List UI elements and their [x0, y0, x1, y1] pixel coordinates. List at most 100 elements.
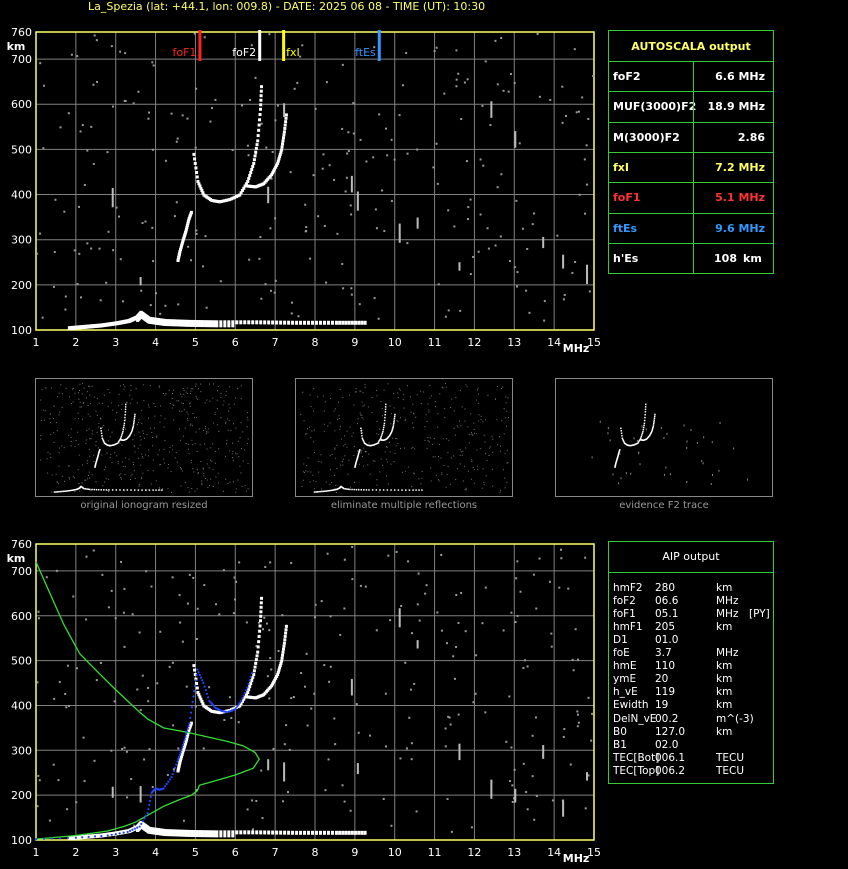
thumb-trace-dot [653, 420, 655, 423]
x-tick-label: 4 [152, 846, 159, 859]
thumb-noise-dot [195, 431, 197, 433]
noise-column-dot [562, 811, 565, 815]
aip-fit-dot [250, 672, 254, 675]
thumb-noise-dot [44, 410, 46, 412]
thumb-noise-dot [77, 431, 79, 433]
thumb-noise-dot [433, 438, 435, 440]
noise-dot [297, 315, 300, 318]
noise-dot [565, 114, 568, 117]
thumb-trace-dot [100, 489, 102, 491]
thumb-noise-dot [173, 419, 175, 421]
thumb-noise-dot [61, 393, 63, 395]
x-tick-label: 3 [112, 336, 119, 349]
thumb-noise-dot [167, 487, 169, 489]
thumb-noise-dot [362, 405, 364, 407]
thumb-noise-dot [140, 410, 142, 412]
thumb-noise-dot [181, 410, 183, 412]
thumb-trace-dot [383, 422, 386, 425]
noise-dot [277, 649, 280, 652]
noise-dot [341, 63, 344, 66]
noise-dot [325, 81, 328, 84]
noise-column-dot [458, 749, 461, 753]
x-tick-label: 2 [72, 846, 79, 859]
thumb-noise-dot [133, 445, 135, 447]
thumb-noise-dot [323, 410, 325, 412]
noise-column-dot [490, 114, 493, 118]
noise-column-dot [350, 684, 353, 688]
aip-fit-dot [247, 682, 250, 686]
thumb-trace-dot [126, 489, 129, 491]
thumb-trace-dot [329, 489, 332, 492]
trace-dot-f2o [258, 113, 262, 117]
thumb-trace-dot [119, 489, 121, 491]
noise-column-dot [350, 175, 353, 179]
thumb-noise-dot [412, 403, 414, 405]
autoscala-value: 18.9 MHz [707, 100, 765, 114]
thumb-noise-dot [119, 442, 121, 444]
thumb-noise-dot [179, 410, 181, 412]
es-trace-dot [322, 830, 326, 835]
noise-column-dot [562, 800, 565, 804]
noise-dot [81, 124, 84, 127]
thumb-noise-dot [190, 390, 192, 392]
aip-fit-dot [74, 836, 77, 839]
noise-dot [584, 807, 587, 810]
thumb-noise-dot [146, 434, 148, 436]
thumb-noise-dot [107, 440, 109, 442]
thumb-noise-dot [89, 415, 91, 417]
aip-row-ewidth: Ewidth 19 km [613, 699, 771, 712]
thumb-noise-dot [180, 439, 182, 441]
thumb-noise-dot [310, 436, 312, 438]
noise-dot [55, 569, 58, 572]
noise-dot [418, 619, 421, 622]
noise-dot [393, 158, 396, 161]
thumb-noise-dot [199, 444, 201, 446]
noise-dot [171, 576, 174, 579]
noise-column-dot [139, 279, 142, 283]
noise-dot [101, 573, 104, 576]
noise-dot [390, 138, 393, 141]
thumb-noise-dot [78, 483, 80, 485]
es-trace-dot [318, 320, 322, 325]
thumb-noise-dot [40, 435, 42, 437]
thumb-noise-dot [506, 425, 508, 427]
noise-dot [274, 279, 277, 282]
noise-dot [449, 723, 452, 726]
thumb-noise-dot [502, 386, 504, 388]
aip-fit-dot [191, 700, 194, 703]
es-trace-dot [247, 830, 251, 835]
thumb-trace-dot [132, 424, 135, 426]
thumb-noise-dot [376, 389, 378, 391]
autoscala-divider [693, 183, 694, 214]
thumb-noise-dot [504, 453, 506, 455]
noise-dot [465, 160, 468, 163]
thumb-noise-dot [61, 475, 63, 477]
thumb-noise-dot [159, 463, 161, 465]
noise-dot [526, 665, 529, 668]
thumb-trace-dot [421, 489, 423, 491]
thumb-noise-dot [232, 457, 234, 459]
thumb-noise-dot [398, 388, 400, 390]
noise-dot [574, 261, 577, 264]
thumb-noise-dot [102, 426, 104, 428]
noise-column-dot [490, 790, 493, 794]
thumb-noise-dot [214, 411, 216, 413]
thumb-noise-dot [497, 444, 499, 446]
thumb-noise-dot [367, 406, 369, 408]
thumb-noise-dot [485, 475, 487, 477]
noise-dot [516, 285, 519, 288]
thumb-noise-dot [443, 408, 445, 410]
aip-fit-dot [138, 825, 141, 828]
thumb-trace-dot [392, 424, 395, 426]
thumb-noise-dot [137, 422, 139, 424]
thumb-noise-dot [430, 395, 432, 397]
thumb-noise-dot [701, 460, 703, 463]
thumb-noise-dot [237, 479, 239, 481]
noise-dot [581, 96, 584, 99]
thumb-trace-dot [371, 489, 374, 491]
thumb-noise-dot [311, 430, 313, 432]
thumb-noise-dot [472, 467, 474, 469]
thumb-trace-dot [111, 489, 114, 491]
noise-dot [351, 578, 354, 581]
noise-dot [522, 762, 525, 765]
